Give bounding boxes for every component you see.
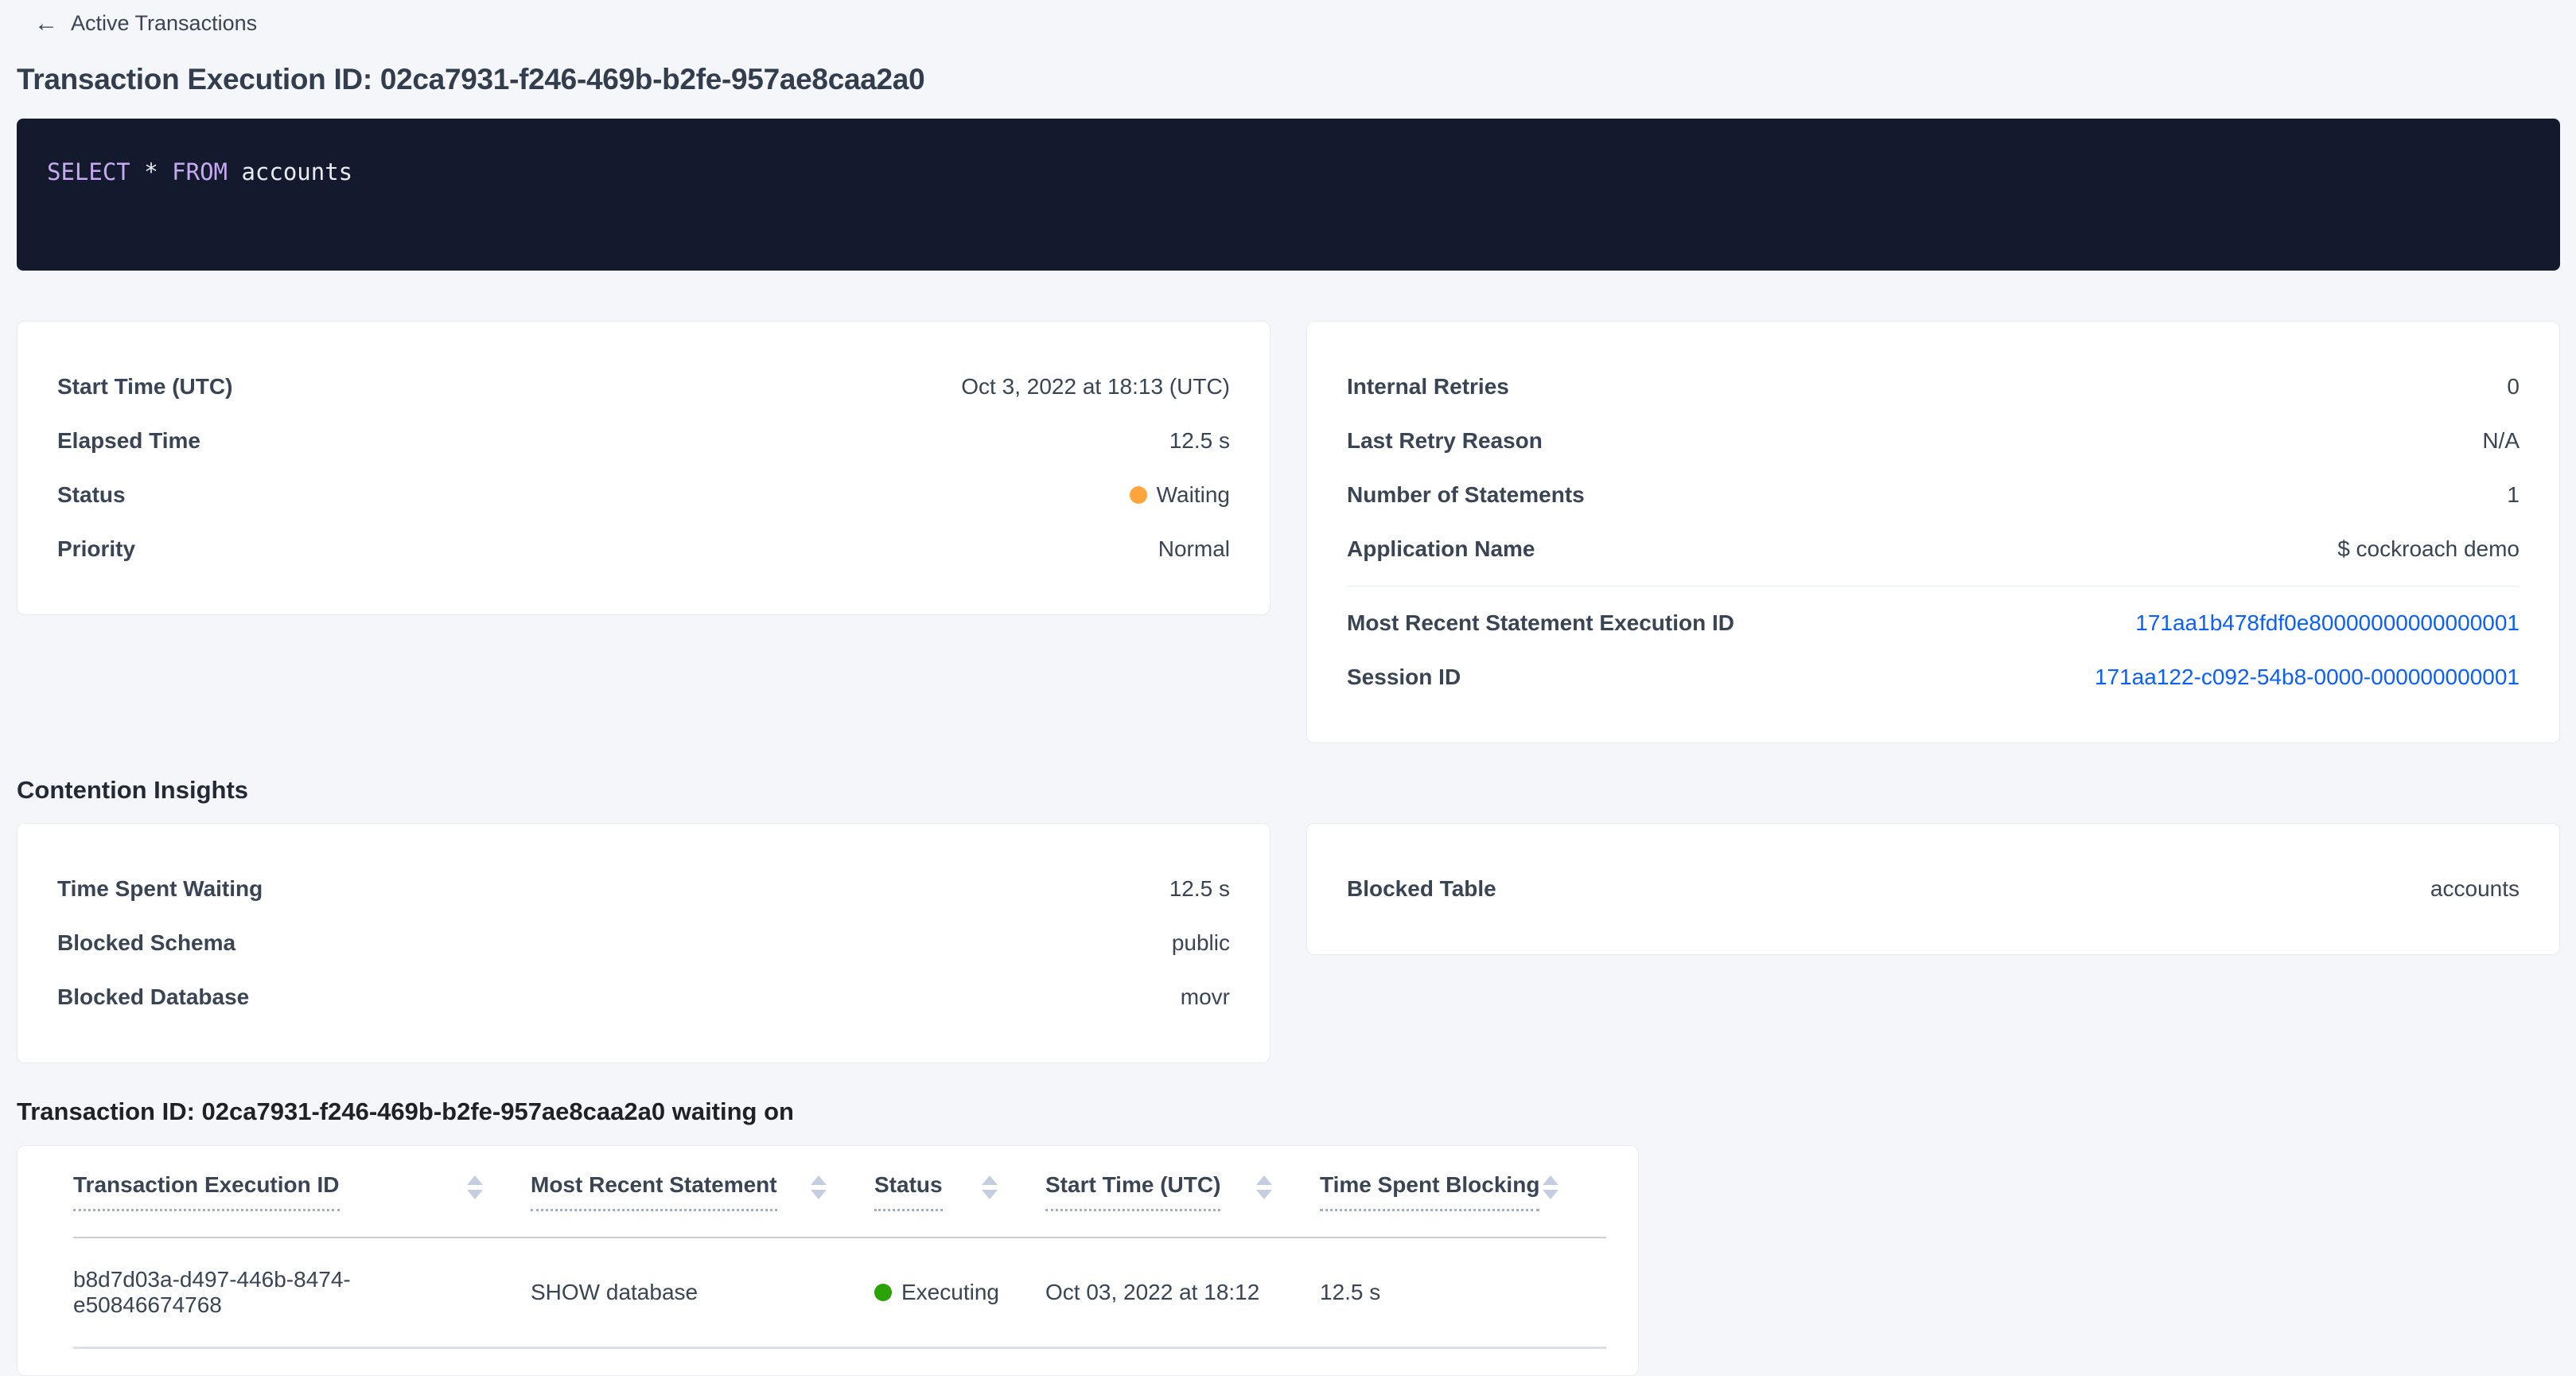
column-header-status[interactable]: Status [874,1172,1045,1211]
summary-row-statement-execution-id: Most Recent Statement Execution ID 171aa… [1347,596,2520,650]
blocked-schema-value: public [1172,930,1230,956]
contention-card-right: Blocked Table accounts [1306,823,2560,955]
summary-row-start-time: Start Time (UTC) Oct 3, 2022 at 18:13 (U… [57,360,1230,414]
sql-star: * [130,158,172,185]
sort-carets-icon[interactable] [1543,1175,1558,1199]
last-retry-reason-value: N/A [2482,428,2520,454]
column-header-label: Most Recent Statement [531,1172,777,1211]
status-value: Waiting [1130,482,1230,508]
sort-carets-icon[interactable] [1256,1175,1272,1199]
summary-cards-row: Start Time (UTC) Oct 3, 2022 at 18:13 (U… [17,321,2560,743]
cell-time-spent-blocking: 12.5 s [1320,1280,1606,1305]
summary-card-right: Internal Retries 0 Last Retry Reason N/A… [1306,321,2560,743]
summary-row-elapsed-time: Elapsed Time 12.5 s [57,414,1230,468]
sql-keyword-from: FROM [172,158,228,185]
status-label: Status [57,482,126,508]
status-dot-icon [874,1284,892,1301]
number-of-statements-value: 1 [2507,482,2520,508]
sql-statement-box: SELECT * FROM accounts [17,119,2560,271]
start-time-label: Start Time (UTC) [57,374,232,400]
blocked-table-label: Blocked Table [1347,876,1496,902]
contention-row-blocked-table: Blocked Table accounts [1347,862,2520,916]
sql-keyword-select: SELECT [47,158,130,185]
waiting-on-table: Transaction Execution ID Most Recent Sta… [17,1145,1639,1376]
session-id-link[interactable]: 171aa122-c092-54b8-0000-000000000001 [2095,665,2520,690]
blocked-database-label: Blocked Database [57,984,249,1010]
cell-status: Executing [874,1280,1045,1305]
summary-row-session-id: Session ID 171aa122-c092-54b8-0000-00000… [1347,650,2520,704]
sort-carets-icon[interactable] [467,1175,483,1199]
sql-table-name: accounts [228,158,352,185]
application-name-label: Application Name [1347,536,1535,562]
contention-row-blocked-schema: Blocked Schema public [57,916,1230,970]
summary-row-number-of-statements: Number of Statements 1 [1347,468,2520,522]
number-of-statements-label: Number of Statements [1347,482,1585,508]
transaction-details-page: ← Active Transactions Transaction Execut… [0,0,2576,1376]
column-header-time-spent-blocking[interactable]: Time Spent Blocking [1320,1172,1606,1211]
contention-row-blocked-database: Blocked Database movr [57,970,1230,1024]
table-header-row: Transaction Execution ID Most Recent Sta… [73,1146,1606,1238]
status-text: Waiting [1157,482,1230,508]
cell-transaction-execution-id: b8d7d03a-d497-446b-8474-e50846674768 [73,1267,531,1318]
status-dot-icon [1130,486,1147,504]
internal-retries-value: 0 [2507,374,2520,400]
column-header-most-recent-statement[interactable]: Most Recent Statement [531,1172,874,1211]
time-spent-waiting-label: Time Spent Waiting [57,876,263,902]
page-title: Transaction Execution ID: 02ca7931-f246-… [17,63,2560,96]
cell-most-recent-statement: SHOW database [531,1280,874,1305]
column-header-transaction-execution-id[interactable]: Transaction Execution ID [73,1172,531,1211]
statement-execution-id-link[interactable]: 171aa1b478fdf0e80000000000000001 [2135,610,2520,636]
summary-row-priority: Priority Normal [57,522,1230,576]
contention-insights-heading: Contention Insights [17,776,2560,805]
summary-row-status: Status Waiting [57,468,1230,522]
priority-label: Priority [57,536,135,562]
elapsed-time-value: 12.5 s [1169,428,1230,454]
elapsed-time-label: Elapsed Time [57,428,200,454]
sort-carets-icon[interactable] [982,1175,998,1199]
session-id-label: Session ID [1347,665,1461,690]
priority-value: Normal [1158,536,1230,562]
contention-cards-row: Time Spent Waiting 12.5 s Blocked Schema… [17,823,2560,1063]
breadcrumb-label: Active Transactions [71,11,257,36]
waiting-on-heading: Transaction ID: 02ca7931-f246-469b-b2fe-… [17,1097,2560,1126]
contention-row-time-spent-waiting: Time Spent Waiting 12.5 s [57,862,1230,916]
summary-row-internal-retries: Internal Retries 0 [1347,360,2520,414]
contention-card-left: Time Spent Waiting 12.5 s Blocked Schema… [17,823,1270,1063]
cell-start-time: Oct 03, 2022 at 18:12 [1045,1280,1320,1305]
column-header-label: Time Spent Blocking [1320,1172,1539,1211]
statement-execution-id-label: Most Recent Statement Execution ID [1347,610,1734,636]
cell-status-text: Executing [901,1280,999,1305]
blocked-schema-label: Blocked Schema [57,930,235,956]
internal-retries-label: Internal Retries [1347,374,1509,400]
time-spent-waiting-value: 12.5 s [1169,876,1230,902]
start-time-value: Oct 3, 2022 at 18:13 (UTC) [961,374,1230,400]
blocked-table-value: accounts [2430,876,2520,902]
column-header-label: Start Time (UTC) [1045,1172,1220,1211]
column-header-start-time[interactable]: Start Time (UTC) [1045,1172,1320,1211]
card-divider [1347,586,2520,587]
last-retry-reason-label: Last Retry Reason [1347,428,1543,454]
table-row: b8d7d03a-d497-446b-8474-e50846674768 SHO… [73,1238,1606,1349]
summary-row-application-name: Application Name $ cockroach demo [1347,522,2520,576]
column-header-label: Transaction Execution ID [73,1172,340,1211]
arrow-left-icon: ← [34,12,58,36]
summary-row-last-retry-reason: Last Retry Reason N/A [1347,414,2520,468]
column-header-label: Status [874,1172,943,1211]
summary-card-left: Start Time (UTC) Oct 3, 2022 at 18:13 (U… [17,321,1270,615]
application-name-value: $ cockroach demo [2337,536,2520,562]
back-link-active-transactions[interactable]: ← Active Transactions [34,11,257,36]
sort-carets-icon[interactable] [811,1175,827,1199]
blocked-database-value: movr [1181,984,1230,1010]
